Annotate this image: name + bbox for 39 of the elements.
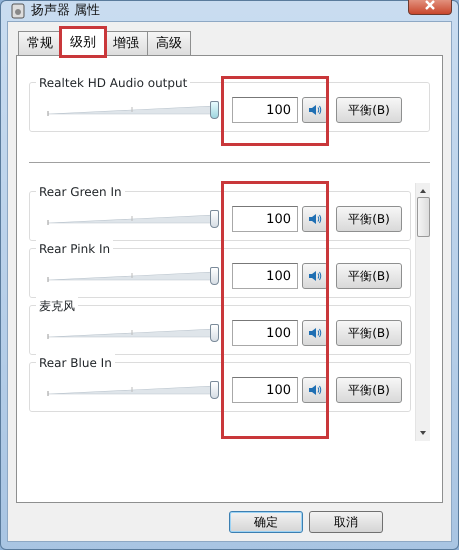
balance-button[interactable]: 平衡(B) bbox=[336, 320, 402, 346]
slider-thumb[interactable] bbox=[210, 267, 219, 285]
slider-thumb[interactable] bbox=[210, 101, 219, 119]
slider-thumb[interactable] bbox=[210, 324, 219, 342]
speaker-icon bbox=[308, 326, 322, 340]
scroll-down-icon[interactable] bbox=[419, 429, 427, 437]
tab[interactable]: 高级 bbox=[147, 30, 191, 55]
mute-button[interactable] bbox=[302, 97, 328, 123]
slider-thumb[interactable] bbox=[210, 381, 219, 399]
tab[interactable]: 常规 bbox=[18, 30, 62, 55]
speaker-icon bbox=[308, 269, 322, 283]
balance-button[interactable]: 平衡(B) bbox=[336, 206, 402, 232]
close-button[interactable] bbox=[408, 0, 452, 15]
volume-field[interactable]: 100 bbox=[232, 97, 298, 123]
speaker-icon bbox=[308, 383, 322, 397]
scrollbar-thumb[interactable] bbox=[416, 197, 430, 237]
tab[interactable]: 级别 bbox=[61, 28, 105, 56]
balance-button[interactable]: 平衡(B) bbox=[336, 377, 402, 403]
slider-thumb[interactable] bbox=[210, 210, 219, 228]
speaker-icon bbox=[11, 2, 25, 19]
dialog-button[interactable]: 取消 bbox=[309, 511, 383, 533]
dialog-button[interactable]: 确定 bbox=[229, 511, 303, 533]
volume-field[interactable]: 100 bbox=[232, 377, 298, 403]
volume-field[interactable]: 100 bbox=[232, 263, 298, 289]
scrollbar[interactable] bbox=[415, 183, 430, 441]
scroll-up-icon[interactable] bbox=[419, 187, 427, 195]
speaker-icon bbox=[308, 103, 322, 117]
tab[interactable]: 增强 bbox=[104, 30, 148, 55]
mute-button[interactable] bbox=[302, 263, 328, 289]
mute-button[interactable] bbox=[302, 377, 328, 403]
volume-field[interactable]: 100 bbox=[232, 206, 298, 232]
close-icon bbox=[424, 0, 436, 10]
balance-button[interactable]: 平衡(B) bbox=[336, 263, 402, 289]
mute-button[interactable] bbox=[302, 206, 328, 232]
speaker-icon bbox=[308, 212, 322, 226]
volume-field[interactable]: 100 bbox=[232, 320, 298, 346]
mute-button[interactable] bbox=[302, 320, 328, 346]
window-title: 扬声器 属性 bbox=[31, 2, 100, 20]
balance-button[interactable]: 平衡(B) bbox=[336, 97, 402, 123]
